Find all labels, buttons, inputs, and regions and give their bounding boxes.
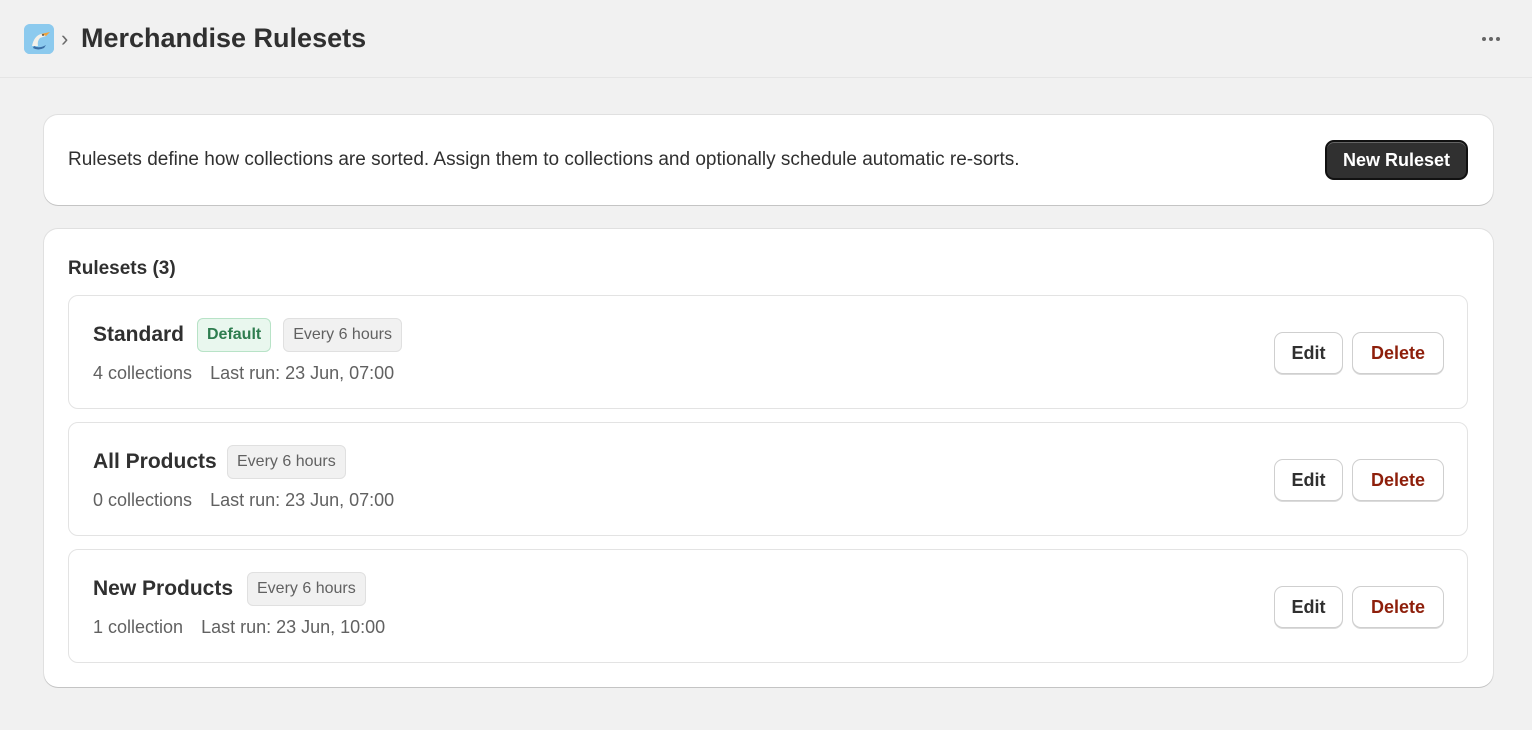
ruleset-name: Standard — [93, 323, 185, 346]
ruleset-row: New Products Every 6 hours 1 collection L… — [68, 549, 1468, 663]
last-run: Last run: 23 Jun, 07:00 — [210, 363, 395, 383]
collections-count: 1 collection — [93, 617, 184, 637]
delete-button[interactable]: Delete — [1352, 459, 1444, 501]
schedule-badge: Every 6 hours — [247, 572, 366, 606]
last-run: Last run: 23 Jun, 10:00 — [201, 617, 386, 637]
edit-button[interactable]: Edit — [1274, 332, 1343, 374]
rulesets-heading: Rulesets (3) — [68, 258, 176, 279]
schedule-badge: Every 6 hours — [283, 318, 402, 352]
ruleset-badges: Every 6 hours — [247, 572, 366, 606]
ruleset-meta: 4 collections Last run: 23 Jun, 07:00 — [93, 362, 394, 384]
intro-description: Rulesets define how collections are sort… — [68, 149, 1020, 170]
edit-button[interactable]: Edit — [1274, 586, 1343, 628]
edit-button[interactable]: Edit — [1274, 459, 1343, 501]
ruleset-badges: Every 6 hours — [227, 445, 346, 479]
more-horizontal-icon — [1482, 37, 1486, 41]
collections-count: 0 collections — [93, 490, 193, 510]
new-ruleset-button[interactable]: New Ruleset — [1325, 140, 1468, 180]
breadcrumb-separator: › — [61, 26, 69, 51]
ruleset-meta: 0 collections Last run: 23 Jun, 07:00 — [93, 489, 394, 511]
rulesets-card: Rulesets (3) Standard Default Every 6 ho… — [44, 229, 1493, 687]
default-badge: Default — [197, 318, 272, 352]
ruleset-name: All Products — [93, 450, 217, 473]
intro-card: Rulesets define how collections are sort… — [44, 115, 1493, 205]
ruleset-meta: 1 collection Last run: 23 Jun, 10:00 — [93, 616, 385, 638]
more-actions-button[interactable] — [1474, 26, 1508, 52]
pelican-app-icon[interactable] — [24, 24, 54, 54]
delete-button[interactable]: Delete — [1352, 332, 1444, 374]
schedule-badge: Every 6 hours — [227, 445, 346, 479]
collections-count: 4 collections — [93, 363, 193, 383]
page-title: Merchandise Rulesets — [81, 23, 367, 53]
ruleset-row: All Products Every 6 hours 0 collections… — [68, 422, 1468, 536]
ruleset-badges: Default Every 6 hours — [197, 318, 402, 352]
top-bar: › Merchandise Rulesets — [0, 0, 1532, 78]
last-run: Last run: 23 Jun, 07:00 — [210, 490, 395, 510]
ruleset-name: New Products — [93, 577, 234, 600]
ruleset-row: Standard Default Every 6 hours 4 collect… — [68, 295, 1468, 409]
delete-button[interactable]: Delete — [1352, 586, 1444, 628]
